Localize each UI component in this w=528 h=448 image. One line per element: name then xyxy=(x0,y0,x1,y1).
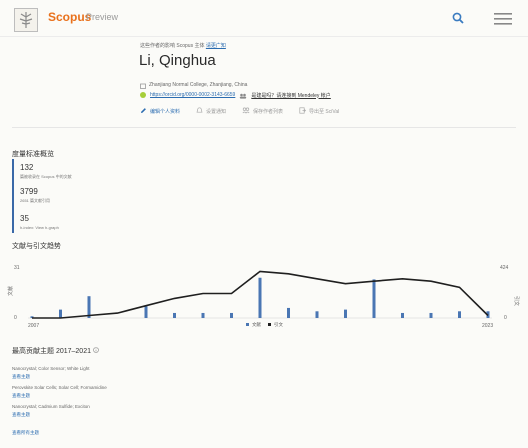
elsevier-logo[interactable] xyxy=(14,8,38,32)
h-index-value: 35 xyxy=(20,214,29,223)
legend-cites-label: 引文 xyxy=(274,321,283,328)
set-alert-button[interactable]: 设置通知 xyxy=(196,107,226,116)
topic-view-link[interactable]: 查看主题 xyxy=(12,393,30,399)
x-axis-start: 2007 xyxy=(28,323,39,329)
legend-cites-swatch xyxy=(268,323,271,326)
documents-bar-2008 xyxy=(59,309,62,318)
trend-title: 文献与引文趋势 xyxy=(12,243,61,250)
save-author-list-label: 保存作者列表 xyxy=(253,109,284,115)
documents-bar-2014 xyxy=(230,312,233,318)
metrics-title: 度量标准概览 xyxy=(12,151,54,158)
search-icon[interactable] xyxy=(452,11,464,24)
export-icon xyxy=(299,107,307,116)
h-index-label[interactable]: h-index: View h-graph xyxy=(20,225,59,230)
right-axis-min: 0 xyxy=(504,315,507,321)
profile-note: 这些作者的影响 Scopus 主体 请更广知 xyxy=(140,42,226,49)
topic-view-link[interactable]: 查看主题 xyxy=(12,374,30,380)
people-icon xyxy=(239,86,247,104)
documents-bar-2015 xyxy=(258,277,262,318)
documents-bar-2013 xyxy=(201,312,205,318)
brand-name[interactable]: Scopus xyxy=(48,10,91,24)
bell-icon xyxy=(196,107,203,116)
view-all-topics-link[interactable]: 查看所有主题 xyxy=(12,430,39,436)
left-axis-min: 0 xyxy=(14,315,17,321)
documents-bar-2022 xyxy=(458,311,461,318)
documents-label: 篇被收录在 Scopus 中的文献 xyxy=(20,174,72,179)
info-icon[interactable] xyxy=(93,347,99,355)
citations-count[interactable]: 3799 xyxy=(20,187,38,196)
topic-name: Nanocrystal; Color Sensor; White Light xyxy=(12,366,90,371)
orcid-icon xyxy=(140,92,146,98)
set-alert-label: 设置通知 xyxy=(206,109,227,115)
left-axis-max: 31 xyxy=(14,265,20,271)
profile-actions: 编辑个人资料 设置通知 保存作者列表 导出至 SciVal xyxy=(140,107,339,116)
x-axis-end: 2023 xyxy=(482,323,493,329)
profile-note-text: 这些作者的影响 Scopus 主体 xyxy=(140,43,205,49)
hamburger-menu-icon[interactable] xyxy=(494,12,512,25)
right-axis-max: 424 xyxy=(500,265,509,271)
profile-note-link[interactable]: 请更广知 xyxy=(206,43,226,49)
bars-layer xyxy=(30,277,490,318)
topic-name: Perovskite Solar Cells; Solar Cell; Form… xyxy=(12,385,107,390)
documents-citations-chart: 31 0 424 0 文献 引文 2007 2023 文献 引文 xyxy=(7,265,520,329)
export-scival-label: 导出至 SciVal xyxy=(309,109,340,115)
export-scival-button[interactable]: 导出至 SciVal xyxy=(299,107,339,116)
pencil-icon xyxy=(140,107,147,116)
topic-name: Nanocrystal; Cadmium Sulfide; Exciton xyxy=(12,404,90,409)
documents-bar-2020 xyxy=(401,312,404,318)
legend-docs-label: 文献 xyxy=(252,321,261,328)
documents-count[interactable]: 132 xyxy=(20,163,33,172)
documents-bar-2017 xyxy=(315,311,319,318)
citations-label: 2651 篇文献引用 xyxy=(20,198,51,203)
header-divider xyxy=(0,36,528,37)
documents-bar-2018 xyxy=(344,309,347,318)
metrics-overview: 132 篇被收录在 Scopus 中的文献 3799 2651 篇文献引用 35… xyxy=(12,159,72,233)
right-axis-label: 引文 xyxy=(513,296,520,306)
orcid-link[interactable]: https://orcid.org/0000-0002-3143-6659 xyxy=(150,92,235,98)
topic-view-link[interactable]: 查看主题 xyxy=(12,412,30,418)
edit-profile-label: 编辑个人资料 xyxy=(150,109,181,115)
orcid-row: https://orcid.org/0000-0002-3143-6659 是建… xyxy=(140,86,331,104)
documents-bar-2021 xyxy=(429,312,433,318)
topics-title-text: 最高贡献主题 2017–2021 xyxy=(12,348,91,355)
left-axis-label: 文献 xyxy=(7,286,14,296)
topics-title: 最高贡献主题 2017–2021 xyxy=(12,346,99,356)
mendeley-link[interactable]: 是建是吗？请连接到 Mendeley 帐户 xyxy=(251,92,330,99)
section-divider xyxy=(12,127,516,128)
documents-bar-2011 xyxy=(144,306,148,318)
legend-docs-swatch xyxy=(246,323,249,326)
people-icon xyxy=(242,107,250,116)
author-name: Li, Qinghua xyxy=(139,52,216,69)
documents-bar-2016 xyxy=(287,307,290,318)
documents-bar-2019 xyxy=(372,279,376,318)
save-author-list-button[interactable]: 保存作者列表 xyxy=(242,107,283,116)
brand-subtitle: Preview xyxy=(86,12,119,22)
documents-bar-2012 xyxy=(173,312,176,318)
edit-profile-button[interactable]: 编辑个人资料 xyxy=(140,107,180,116)
